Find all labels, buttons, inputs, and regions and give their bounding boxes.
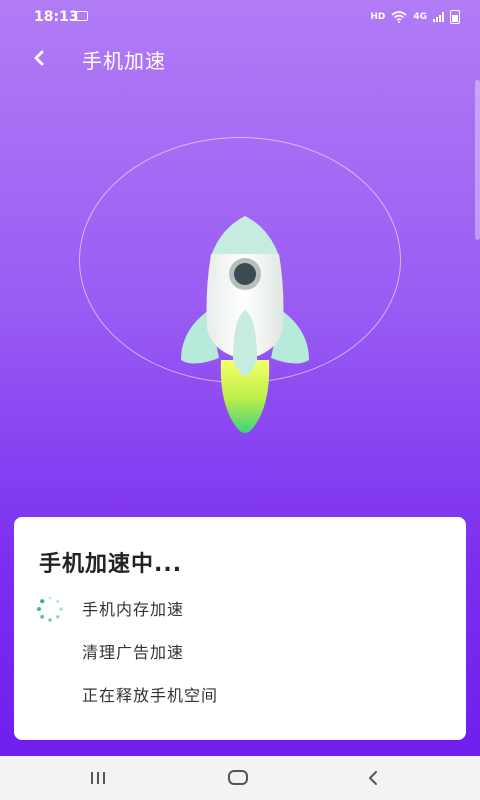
status-time: 18:13 <box>34 9 79 25</box>
task-ad-cleanup: 清理广告加速 <box>82 643 185 662</box>
image-icon <box>76 11 88 21</box>
progress-card: 手机加速中... 手机内存加速 清理广告加速 正在释放手机空间 <box>14 517 466 740</box>
signal-icon <box>433 12 444 22</box>
status-icons: HD 4G <box>370 10 460 24</box>
recents-icon <box>91 772 105 784</box>
page-title: 手机加速 <box>82 49 166 73</box>
task-memory-speedup: 手机内存加速 <box>82 600 185 619</box>
status-bar: 18:13 HD 4G <box>0 0 480 36</box>
rocket-icon <box>181 216 309 433</box>
card-title: 手机加速中... <box>39 552 183 577</box>
system-nav-bar <box>0 756 480 800</box>
back-icon <box>369 771 377 785</box>
battery-icon <box>450 10 460 24</box>
recents-button[interactable] <box>78 764 118 792</box>
system-back-button[interactable] <box>354 764 394 792</box>
back-button[interactable] <box>24 42 56 74</box>
top-bar: 手机加速 <box>0 36 480 82</box>
hd-indicator: HD <box>370 12 386 22</box>
network-type: 4G <box>413 12 427 22</box>
scroll-handle[interactable] <box>475 80 480 240</box>
back-arrow-icon <box>34 50 44 66</box>
home-button[interactable] <box>218 764 258 792</box>
wifi-icon <box>391 11 407 23</box>
home-icon <box>228 770 248 785</box>
task-free-space: 正在释放手机空间 <box>82 686 219 705</box>
loading-spinner-icon <box>37 596 63 622</box>
